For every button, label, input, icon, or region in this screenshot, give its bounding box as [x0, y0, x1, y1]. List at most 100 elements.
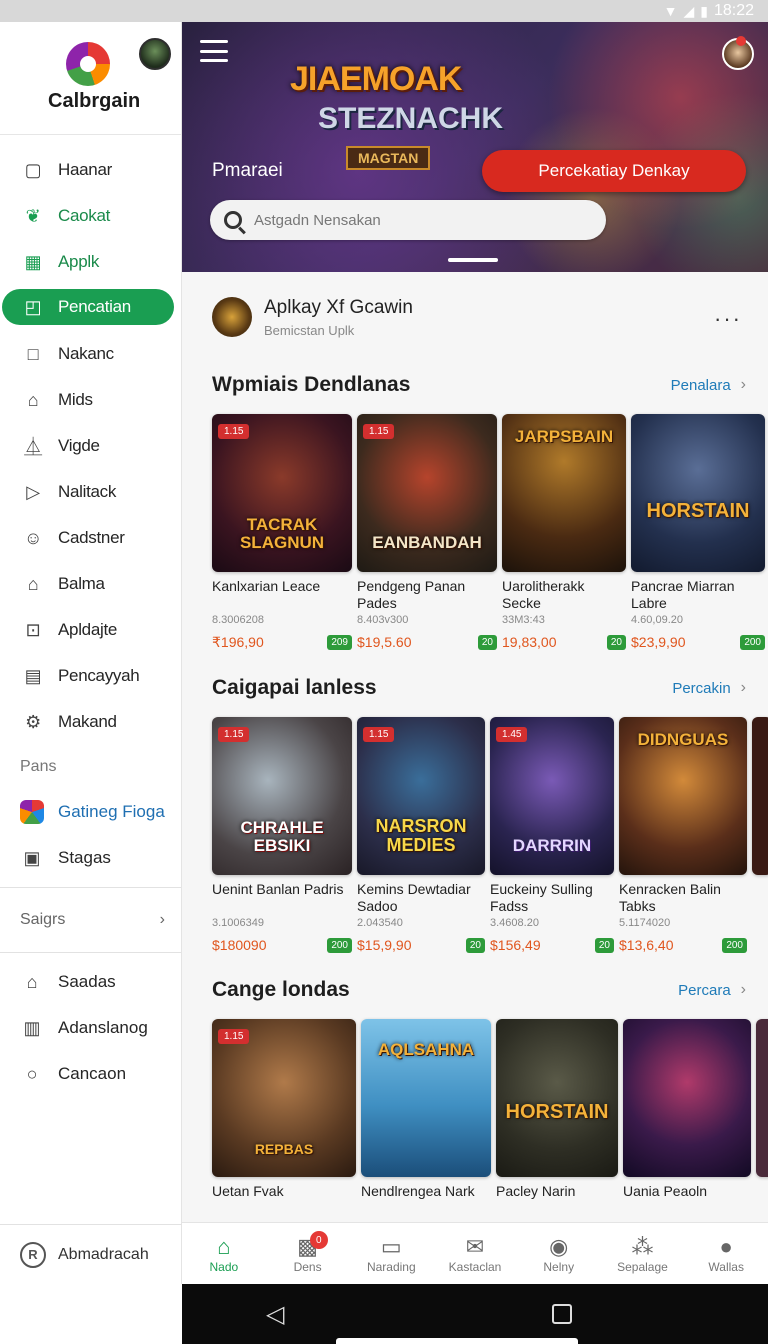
drawer-avatar[interactable]: [139, 38, 171, 70]
nav-item-apldajte[interactable]: ⊡ Apldajte: [0, 607, 181, 653]
hero-label: Pmaraei: [212, 160, 283, 181]
section-see-all-link[interactable]: Percakin ›: [672, 679, 746, 697]
app-profile-subtitle: Bemicstan Uplk: [264, 322, 355, 338]
app-logo-icon: [66, 42, 110, 86]
search-placeholder: Astgadn Nensakan: [254, 211, 381, 229]
tab-wallas[interactable]: ● Wallas: [684, 1223, 768, 1284]
nav-item-cadstner[interactable]: ☺ Cadstner: [0, 515, 181, 561]
section-title: Caigapai lanless: [212, 676, 377, 699]
app-profile-row[interactable]: Aplkay Xf Gcawin Bemicstan Uplk ···: [182, 272, 768, 362]
person-icon: ●: [719, 1233, 733, 1259]
box-icon: □: [27, 343, 39, 364]
tab-sepalage[interactable]: ⁂ Sepalage: [601, 1223, 685, 1284]
search-icon: ○: [26, 1063, 38, 1084]
palette-icon: [20, 800, 44, 824]
game-card-peek[interactable]: [756, 1019, 768, 1201]
status-time: 18:22: [713, 2, 754, 19]
game-card[interactable]: Uania Peaoln: [623, 1019, 751, 1201]
status-bar: ▼ ◢ ▮ 18:22: [0, 0, 768, 22]
game-card[interactable]: 1.15 EANBANDAH Pendgeng Panan Pades 8.40…: [357, 414, 497, 651]
cluster-icon: ⁂: [631, 1233, 654, 1259]
hero-cta-button[interactable]: Percekatiay Denkay: [482, 150, 746, 192]
game-thumbnail: HORSTAIN: [631, 414, 765, 572]
game-card[interactable]: 1.15 NARSRON MEDIES Kemins Dewtadiar Sad…: [357, 717, 485, 953]
nav-item-applk[interactable]: ▦ Applk: [0, 239, 181, 285]
nav-item-cancaon[interactable]: ○ Cancaon: [0, 1051, 181, 1097]
home-icon: ⌂: [27, 389, 39, 410]
battery-icon: ▮: [700, 2, 708, 19]
game-card[interactable]: 1.45 DARRRIN Euckeiny Sulling Fadss 3.46…: [490, 717, 614, 953]
chevron-right-icon: ›: [740, 679, 746, 696]
game-section-1: Wpmiais Dendlanas Penalara › 1.15 TACRAK …: [182, 362, 768, 651]
game-section-2: Caigapai lanless Percakin › 1.15 CHRAHLE …: [182, 665, 768, 953]
tab-dens[interactable]: ▩ 0 Dens: [266, 1223, 350, 1284]
account-icon: R: [20, 1241, 46, 1268]
game-thumbnail: 1.45 DARRRIN: [490, 717, 614, 875]
drawer-footer-space: [0, 1284, 182, 1344]
game-card[interactable]: 1.15 TACRAK SLAGNUN Kanlxarian Leace 8.3…: [212, 414, 352, 651]
square-icon: ▢: [24, 159, 42, 180]
game-card[interactable]: AQLSAHNA Nendlrengea Nark: [361, 1019, 491, 1201]
gears-icon: ⚙: [25, 711, 41, 732]
nav-item-pencayyah[interactable]: ▤ Pencayyah: [0, 653, 181, 699]
nav-item-makand[interactable]: ⚙ Makand: [0, 699, 181, 745]
nav-item-caokat[interactable]: ❦ Caokat: [0, 193, 181, 239]
tab-nado[interactable]: ⌂ Nado: [182, 1223, 266, 1284]
game-card-peek[interactable]: [752, 717, 768, 953]
nav-item-gatineg-fioga[interactable]: Gatineg Fioga: [0, 789, 181, 835]
tab-badge: 0: [309, 1231, 328, 1249]
drawer-extra: ⌂ Saadas ▥ Adanslanog ○ Cancaon: [0, 959, 181, 1097]
nav-item-nakanc[interactable]: □ Nakanc: [0, 331, 181, 377]
card-icon: ◰: [24, 296, 42, 317]
nav-item-vigde[interactable]: ⏅ Vigde: [0, 423, 181, 469]
search-input[interactable]: Astgadn Nensakan: [210, 200, 606, 240]
game-card[interactable]: 1.15 CHRAHLE EBSIKI Uenint Banlan Padris…: [212, 717, 352, 953]
drawer-pans: Gatineg Fioga ▣ Stagas: [0, 789, 181, 881]
tab-nelny[interactable]: ◉ Nelny: [517, 1223, 601, 1284]
tab-kastaclan[interactable]: ✉ Kastaclan: [433, 1223, 517, 1284]
game-card[interactable]: 1.15 REPBAS Uetan Fvak: [212, 1019, 356, 1201]
bottom-tab-bar: ⌂ Nado ▩ 0 Dens ▭ Narading ✉ Kastaclan ◉ Nelny…: [182, 1222, 768, 1284]
chevron-right-icon: ›: [159, 911, 165, 928]
play-icon: ▷: [26, 481, 40, 502]
home-indicator[interactable]: [336, 1338, 578, 1344]
section-see-all-link[interactable]: Penalara ›: [671, 376, 746, 394]
drawer-divider: [0, 952, 181, 953]
section-title: Cange londas: [212, 978, 350, 1001]
account-row[interactable]: R Abmadracah: [0, 1224, 182, 1284]
game-card[interactable]: HORSTAIN Pacley Narin: [496, 1019, 618, 1201]
game-card[interactable]: HORSTAIN Pancrae Miarran Labre 4.60,09.2…: [631, 414, 765, 651]
save-icon: ▣: [23, 847, 41, 868]
game-thumbnail: DIDNGUAS: [619, 717, 747, 875]
search-icon: [224, 211, 242, 229]
game-thumbnail: JARPSBAIN: [502, 414, 626, 572]
flask-icon: ⏅: [24, 437, 42, 457]
chevron-right-icon: ›: [740, 981, 746, 998]
section-title: Wpmiais Dendlanas: [212, 373, 411, 396]
tab-narading[interactable]: ▭ Narading: [349, 1223, 433, 1284]
hamburger-menu-icon[interactable]: [200, 40, 228, 62]
more-options-icon[interactable]: ···: [714, 306, 742, 332]
leaf-icon: ❦: [25, 205, 41, 226]
nav-item-nalitack[interactable]: ▷ Nalitack: [0, 469, 181, 515]
game-thumbnail: [623, 1019, 751, 1177]
main-content: JIAEMOAK STEZNACHK MAGTAN Pmaraei Percek…: [182, 22, 768, 1284]
game-card[interactable]: DIDNGUAS Kenracken Balin Tabks 5.1174020…: [619, 717, 747, 953]
settings-row[interactable]: Saigrs ›: [0, 894, 181, 946]
nav-item-adanslanog[interactable]: ▥ Adanslanog: [0, 1005, 181, 1051]
target-icon: ◉: [549, 1233, 569, 1259]
nav-item-balma[interactable]: ⌂ Balma: [0, 561, 181, 607]
back-icon[interactable]: ◁: [266, 1300, 284, 1329]
nav-item-stagas[interactable]: ▣ Stagas: [0, 835, 181, 881]
game-thumbnail: 1.15 EANBANDAH: [357, 414, 497, 572]
nav-item-pencatian[interactable]: ◰ Pencatian: [2, 289, 174, 325]
nav-item-saadas[interactable]: ⌂ Saadas: [0, 959, 181, 1005]
section-see-all-link[interactable]: Percara ›: [678, 981, 746, 999]
nav-item-mids[interactable]: ⌂ Mids: [0, 377, 181, 423]
nav-item-haanar[interactable]: ▢ Haanar: [0, 147, 181, 193]
drawer-divider: [0, 887, 181, 888]
game-card[interactable]: JARPSBAIN Uarolitherakk Secke 33M3:43 19…: [502, 414, 626, 651]
mail-icon: ✉: [465, 1233, 485, 1259]
drawer-header: Calbrgain: [0, 22, 181, 135]
recents-icon[interactable]: [552, 1304, 572, 1324]
